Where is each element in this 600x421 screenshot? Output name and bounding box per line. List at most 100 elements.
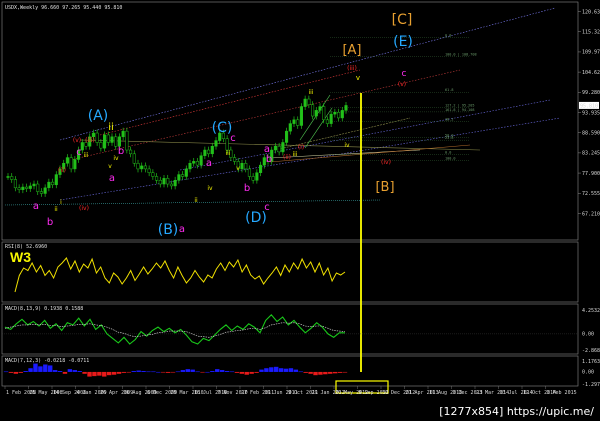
candle-body (277, 146, 281, 153)
histogram-bar (165, 371, 171, 373)
rsi-wave-label: W3 (10, 249, 31, 265)
histogram-bar (28, 368, 33, 372)
candle-body (125, 130, 129, 151)
histogram-bar (151, 371, 156, 373)
price-tick-label: 120.635 (582, 9, 600, 15)
candle-body (69, 157, 73, 170)
candle-body (311, 104, 315, 117)
histogram-bar (200, 371, 205, 373)
wave-label: iv (344, 142, 350, 149)
fib-level-label: 23.6 (445, 136, 453, 140)
histogram-bar (18, 371, 23, 373)
wave-label: (ii) (58, 167, 66, 174)
histogram-bar (337, 371, 343, 373)
price-axis: 120.635 115.325 109.970 104.625 99.280 93.935… (578, 9, 600, 217)
candle-body (136, 163, 140, 170)
candle-body (95, 132, 99, 143)
candle-body (117, 136, 121, 147)
candle-body (225, 138, 229, 151)
histogram-bar (43, 364, 48, 372)
histogram-bar (57, 371, 63, 372)
wave-label: (i) (298, 144, 304, 151)
histogram-bar (215, 369, 220, 372)
candle-body (203, 149, 207, 156)
candle-body (155, 176, 159, 181)
macd-tick-label: 4.2532 (582, 308, 600, 314)
wave-label: v (236, 165, 240, 172)
rsi-pane-frame (1, 241, 579, 303)
histogram-bar (323, 371, 328, 375)
candle-body (214, 140, 218, 147)
histogram-bar (249, 371, 254, 374)
histogram-bar (254, 371, 259, 373)
candle-body (32, 183, 36, 187)
chart-canvas: USDX,Weekly 96.660 97.265 95.440 95.810 … (1, 1, 600, 396)
histogram-bar (97, 371, 102, 376)
candle-body (184, 168, 188, 177)
candle-body (25, 186, 29, 189)
price-tick-label: 77.900 (582, 171, 600, 177)
candle-body (192, 161, 196, 164)
candle-body (344, 105, 348, 111)
candle-body (333, 112, 337, 115)
histogram-bar (8, 371, 14, 373)
wave-label: (iii) (347, 65, 357, 72)
wave-label: (iv) (79, 205, 89, 212)
macd-tick-label: 0.00 (582, 332, 594, 338)
wave-label: ii (54, 206, 58, 213)
candle-body (140, 165, 144, 170)
price-tick-label: 72.555 (582, 191, 600, 197)
histogram-bar (156, 371, 161, 373)
histogram-bar (283, 368, 289, 372)
histogram-bar (342, 371, 348, 373)
wave-label: [B] (375, 180, 394, 195)
wave-label: c (402, 69, 407, 79)
histogram-bar (146, 371, 151, 373)
histogram-bar (210, 371, 215, 372)
price-tick-label: 109.970 (582, 50, 600, 56)
macd-histogram (3, 363, 348, 377)
candle-body (132, 153, 136, 164)
histogram-bar (141, 371, 146, 372)
candle-body (47, 181, 51, 189)
wave-label: iii (83, 152, 88, 159)
candle-body (99, 142, 103, 149)
histogram-bar (269, 367, 274, 372)
histogram-bar (219, 370, 225, 372)
candle-body (329, 113, 333, 124)
fib-level-label: 61.8 (445, 88, 453, 92)
candle-body (292, 119, 296, 124)
histogram-bar (278, 368, 284, 372)
wave-label: (iii) (85, 137, 95, 144)
candle-body (162, 178, 166, 185)
histogram-bar (175, 371, 181, 373)
histogram-bar (224, 371, 230, 372)
histogram-bar (52, 370, 58, 372)
hist-tick-label: 0.00 (582, 370, 594, 376)
candle-body (169, 183, 173, 187)
rsi-line (14, 257, 346, 293)
price-tick-label: 93.935 (582, 110, 600, 116)
histogram-bar (180, 370, 186, 372)
histogram-bar (229, 371, 235, 373)
histogram-bar (131, 371, 136, 372)
histogram-bar (33, 363, 38, 372)
candle-body (244, 163, 248, 170)
candle-body (39, 191, 43, 194)
candle-body (251, 176, 255, 181)
histogram-bar (67, 369, 73, 372)
histogram-bar (274, 366, 279, 372)
candle-body (65, 157, 69, 164)
wave-label: ii (108, 122, 114, 133)
candle-body (166, 178, 170, 185)
candle-body (337, 112, 341, 119)
candle-body (114, 136, 118, 147)
macd-tick-label: -2.8689 (582, 348, 600, 354)
candle-body (147, 168, 151, 173)
trendline-upper-dotted (59, 7, 556, 141)
wave-label: (B) (158, 222, 179, 238)
candle-body (6, 176, 10, 178)
hist-tick-label: 1.1763 (582, 359, 600, 365)
candle-body (21, 186, 25, 190)
wave-label: a (109, 173, 115, 184)
